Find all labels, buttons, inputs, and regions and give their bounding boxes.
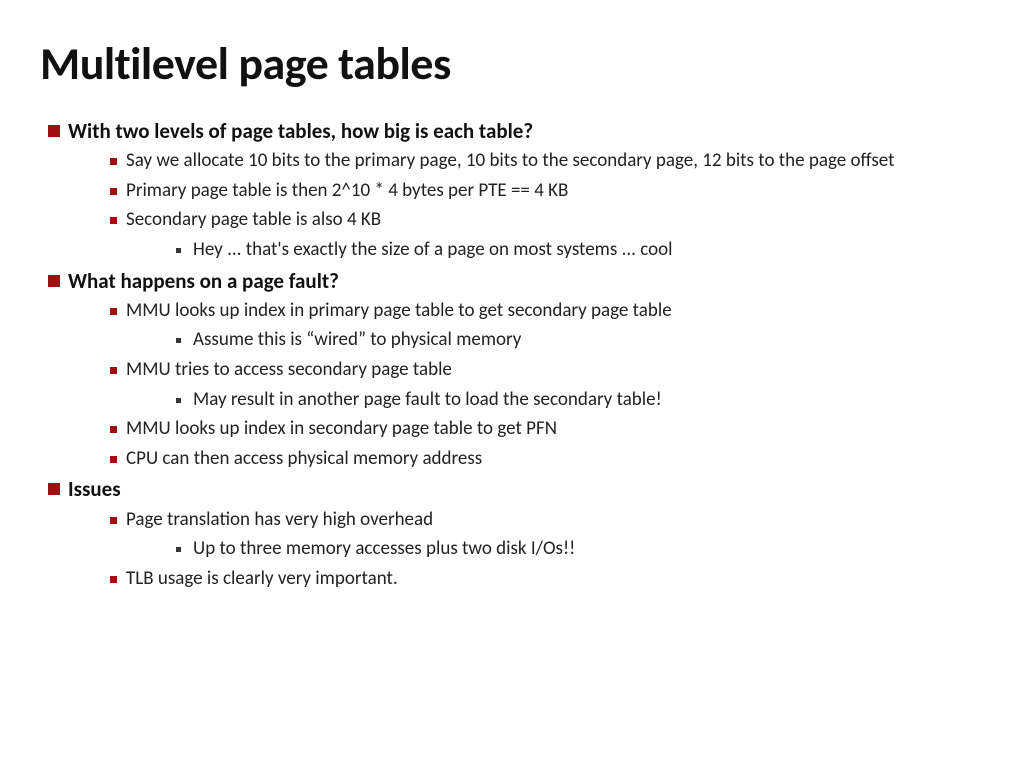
tiny-square-bullet-icon <box>176 248 181 253</box>
heading-text: Issues <box>68 476 121 502</box>
bullet-text: Secondary page table is also 4 KB <box>126 207 381 234</box>
tiny-square-bullet-icon <box>176 338 181 343</box>
bullet-item: CPU can then access physical memory addr… <box>110 446 984 473</box>
bullet-text: MMU tries to access secondary page table <box>126 357 452 384</box>
bullet-item: MMU looks up index in secondary page tab… <box>110 416 984 443</box>
square-bullet-icon <box>48 483 60 495</box>
bullet-text: Page translation has very high overhead <box>126 507 433 534</box>
tiny-square-bullet-icon <box>176 398 181 403</box>
bullet-text: Primary page table is then 2^10 * 4 byte… <box>126 178 568 205</box>
bullet-text: CPU can then access physical memory addr… <box>126 446 482 473</box>
bullet-item: MMU tries to access secondary page table <box>110 357 984 384</box>
square-bullet-icon <box>48 125 60 137</box>
small-square-bullet-icon <box>110 188 117 195</box>
slide-title: Multilevel page tables <box>40 36 984 92</box>
tiny-square-bullet-icon <box>176 547 181 552</box>
small-square-bullet-icon <box>110 217 117 224</box>
section-heading: Issues <box>48 476 984 502</box>
bullet-item: Secondary page table is also 4 KB <box>110 207 984 234</box>
small-square-bullet-icon <box>110 576 117 583</box>
square-bullet-icon <box>48 275 60 287</box>
small-square-bullet-icon <box>110 517 117 524</box>
sub-bullet-text: Hey ... that's exactly the size of a pag… <box>193 237 673 264</box>
bullet-item: Say we allocate 10 bits to the primary p… <box>110 148 984 175</box>
bullet-item: Page translation has very high overhead <box>110 507 984 534</box>
bullet-text: Say we allocate 10 bits to the primary p… <box>126 148 894 175</box>
slide-content: With two levels of page tables, how big … <box>40 118 984 592</box>
small-square-bullet-icon <box>110 308 117 315</box>
small-square-bullet-icon <box>110 456 117 463</box>
sub-bullet-text: Assume this is “wired” to physical memor… <box>193 327 521 354</box>
sub-bullet-item: Assume this is “wired” to physical memor… <box>176 327 984 354</box>
bullet-item: TLB usage is clearly very important. <box>110 566 984 593</box>
sub-bullet-item: Up to three memory accesses plus two dis… <box>176 536 984 563</box>
bullet-item: Primary page table is then 2^10 * 4 byte… <box>110 178 984 205</box>
bullet-text: MMU looks up index in secondary page tab… <box>126 416 557 443</box>
small-square-bullet-icon <box>110 426 117 433</box>
sub-bullet-item: May result in another page fault to load… <box>176 387 984 414</box>
heading-text: What happens on a page fault? <box>68 268 339 294</box>
sub-bullet-text: Up to three memory accesses plus two dis… <box>193 536 575 563</box>
sub-bullet-text: May result in another page fault to load… <box>193 387 662 414</box>
bullet-item: MMU looks up index in primary page table… <box>110 298 984 325</box>
heading-text: With two levels of page tables, how big … <box>68 118 533 144</box>
small-square-bullet-icon <box>110 158 117 165</box>
sub-bullet-item: Hey ... that's exactly the size of a pag… <box>176 237 984 264</box>
bullet-text: MMU looks up index in primary page table… <box>126 298 672 325</box>
section-heading: What happens on a page fault? <box>48 268 984 294</box>
section-heading: With two levels of page tables, how big … <box>48 118 984 144</box>
small-square-bullet-icon <box>110 367 117 374</box>
bullet-text: TLB usage is clearly very important. <box>126 566 398 593</box>
